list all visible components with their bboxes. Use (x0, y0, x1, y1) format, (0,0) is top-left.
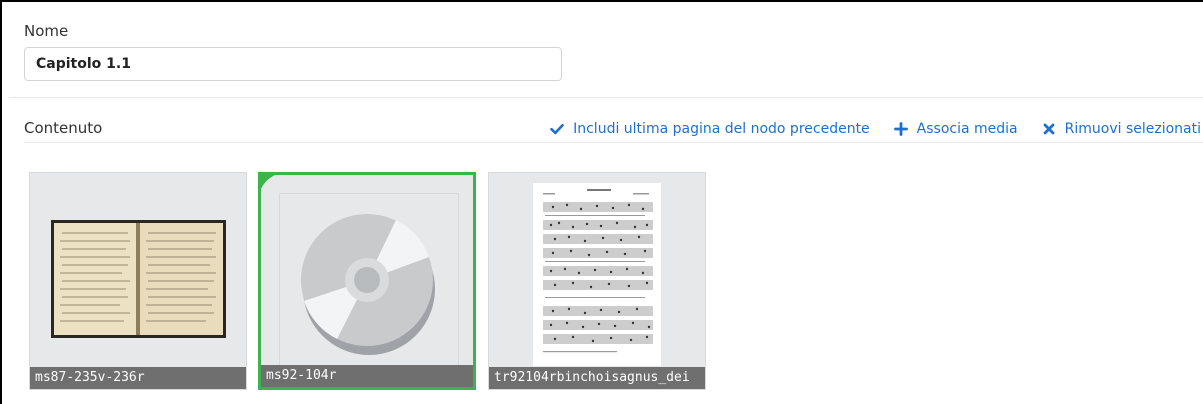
remove-selected-button[interactable]: Rimuovi selezionati (1042, 121, 1201, 137)
associate-media-label: Associa media (916, 121, 1018, 137)
plus-icon (893, 122, 908, 136)
media-tile[interactable]: ms87-235v-236r (29, 172, 247, 390)
content-divider (24, 142, 1203, 143)
include-last-page-label: Includi ultima pagina del nodo precedent… (573, 121, 870, 137)
x-icon (1042, 122, 1056, 136)
include-last-page-button[interactable]: Includi ultima pagina del nodo precedent… (550, 121, 870, 137)
name-input[interactable] (24, 47, 562, 81)
name-label: Nome (24, 22, 69, 40)
manuscript-thumbnail (51, 220, 226, 338)
sheet-music-thumbnail (533, 183, 661, 366)
check-icon (550, 122, 564, 136)
media-tile[interactable]: tr92104rbinchoisagnus_dei (488, 172, 706, 390)
associate-media-button[interactable]: Associa media (893, 121, 1018, 137)
remove-selected-label: Rimuovi selezionati (1064, 121, 1201, 137)
selected-corner-icon (261, 175, 276, 190)
media-filename: ms87-235v-236r (30, 367, 246, 389)
content-label: Contenuto (24, 119, 103, 137)
media-filename: ms92-104r (261, 365, 473, 387)
divider (9, 97, 1203, 98)
content-actions: Includi ultima pagina del nodo precedent… (550, 119, 1201, 139)
media-tile-selected[interactable]: ms92-104r (258, 172, 476, 390)
media-filename: tr92104rbinchoisagnus_dei (489, 367, 705, 389)
disc-icon (301, 214, 435, 355)
